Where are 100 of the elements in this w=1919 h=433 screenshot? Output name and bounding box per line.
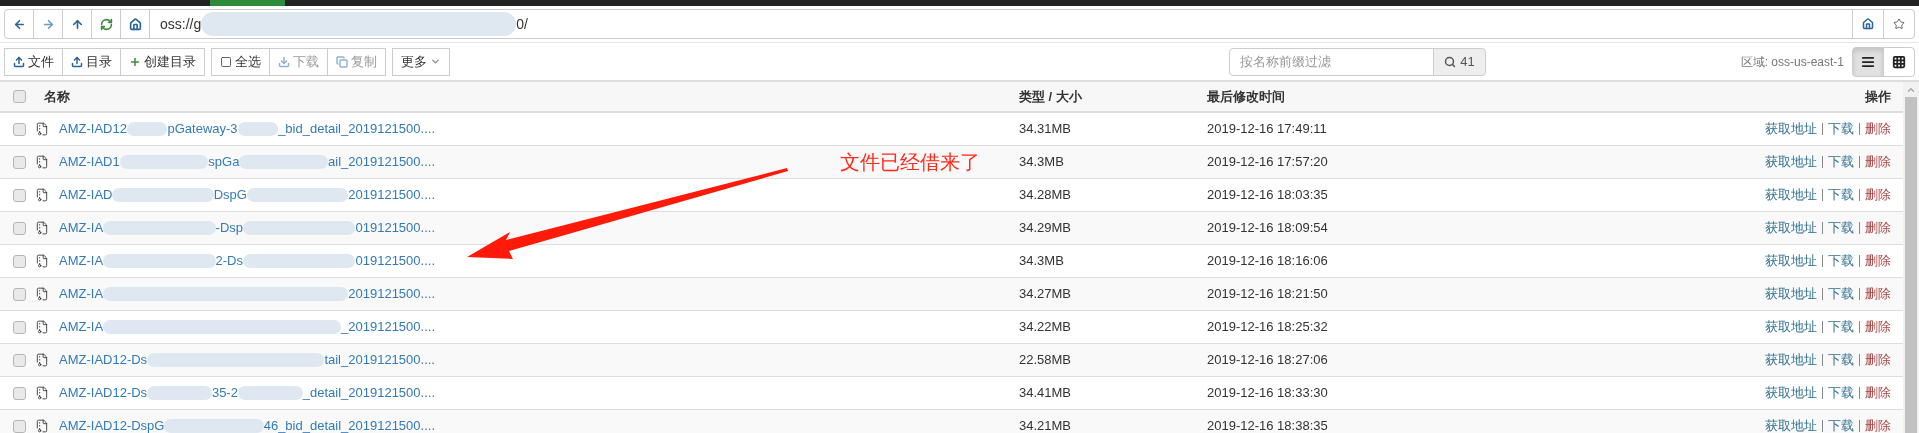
up-arrow-button[interactable]: [62, 9, 92, 39]
home-icon: [128, 17, 142, 31]
action-link[interactable]: 获取地址: [1765, 317, 1817, 337]
file-name-link[interactable]: AMZ-IA -Dsp 019121500....: [59, 219, 435, 237]
toolbar-button[interactable]: 全选: [211, 47, 270, 76]
blurred-patch: [147, 386, 212, 400]
file-size: 34.31MB: [1019, 120, 1073, 139]
action-link[interactable]: 删除: [1865, 317, 1891, 337]
star-icon: [1893, 18, 1905, 30]
checkbox[interactable]: [13, 122, 26, 136]
file-icon: [35, 122, 49, 136]
address-field[interactable]: oss://g 0/: [149, 9, 1853, 39]
checkbox[interactable]: [13, 353, 26, 367]
file-name-link[interactable]: AMZ-IAD12-Ds tail_2019121500....: [59, 351, 435, 369]
home-button[interactable]: [120, 9, 150, 39]
star-button[interactable]: [1883, 9, 1915, 39]
checkbox[interactable]: [13, 287, 26, 301]
action-link[interactable]: 删除: [1865, 119, 1891, 139]
action-link[interactable]: 获取地址: [1765, 218, 1817, 238]
checkbox[interactable]: [13, 188, 26, 202]
action-link[interactable]: 下载: [1828, 185, 1854, 205]
checkbox[interactable]: [13, 320, 26, 334]
file-name-link[interactable]: AMZ-IAD12-DspG 46_bid_detail_2019121500....: [59, 417, 435, 433]
file-icon: [35, 386, 49, 400]
file-icon: [35, 254, 49, 268]
action-link[interactable]: 删除: [1865, 383, 1891, 403]
back-button[interactable]: [4, 9, 34, 39]
action-link[interactable]: 下载: [1828, 350, 1854, 370]
search-button[interactable]: 41: [1433, 47, 1486, 76]
action-link[interactable]: 删除: [1865, 350, 1891, 370]
action-link[interactable]: 获取地址: [1765, 383, 1817, 403]
toolbar-button[interactable]: 创建目录: [120, 47, 205, 76]
modified-time: 2019-12-16 17:49:11: [1207, 120, 1328, 139]
action-link[interactable]: 获取地址: [1765, 185, 1817, 205]
blurred-patch: [237, 122, 279, 136]
file-name-link[interactable]: AMZ-IAD12 pGateway-3 _bid_detail_2019121500....: [59, 120, 435, 138]
back-icon: [12, 17, 26, 31]
toolbar-button[interactable]: 目录: [62, 47, 121, 76]
action-link[interactable]: 下载: [1828, 152, 1854, 172]
action-link[interactable]: 获取地址: [1765, 350, 1817, 370]
file-size: 34.21MB: [1019, 417, 1073, 433]
action-link[interactable]: 下载: [1828, 119, 1854, 139]
checkbox[interactable]: [13, 221, 26, 235]
file-name-link[interactable]: AMZ-IA 2-Ds 019121500....: [59, 252, 435, 270]
file-size: 34.3MB: [1019, 153, 1065, 172]
file-icon: [35, 419, 49, 433]
checkbox[interactable]: [13, 419, 26, 433]
action-link[interactable]: 获取地址: [1765, 251, 1817, 271]
action-link[interactable]: 下载: [1828, 416, 1854, 433]
scroll-up-icon: [1906, 85, 1916, 95]
file-name-link[interactable]: AMZ-IAD1 spGa ail_2019121500....: [59, 153, 435, 171]
file-icon: [35, 353, 49, 367]
file-name-link[interactable]: AMZ-IAD12-Ds 35-2 _detail_2019121500....: [59, 384, 435, 402]
checkbox[interactable]: [13, 90, 26, 103]
checkbox[interactable]: [13, 254, 26, 268]
checkbox[interactable]: [13, 155, 26, 169]
file-size: 34.27MB: [1019, 285, 1073, 304]
action-link[interactable]: 删除: [1865, 185, 1891, 205]
forward-button[interactable]: [33, 9, 63, 39]
action-link[interactable]: 下载: [1828, 284, 1854, 304]
filter-field[interactable]: 按名称前缀过滤: [1229, 47, 1435, 76]
action-link[interactable]: 删除: [1865, 416, 1891, 433]
action-link[interactable]: 获取地址: [1765, 119, 1817, 139]
action-link[interactable]: 删除: [1865, 152, 1891, 172]
action-link[interactable]: 下载: [1828, 383, 1854, 403]
file-size: 34.41MB: [1019, 384, 1073, 403]
checkbox-icon: [220, 55, 232, 68]
list-icon: [1861, 54, 1875, 69]
action-link[interactable]: 下载: [1828, 218, 1854, 238]
region-label: 区域: oss-us-east-1: [1740, 53, 1844, 71]
upload-icon: [13, 55, 25, 68]
action-link[interactable]: 下载: [1828, 251, 1854, 271]
action-link[interactable]: 下载: [1828, 317, 1854, 337]
refresh-button[interactable]: [91, 9, 121, 39]
up-arrow-icon: [70, 17, 84, 31]
action-link[interactable]: 删除: [1865, 218, 1891, 238]
action-link[interactable]: 获取地址: [1765, 416, 1817, 433]
action-link[interactable]: 删除: [1865, 251, 1891, 271]
checkbox[interactable]: [13, 386, 26, 400]
action-link[interactable]: 获取地址: [1765, 152, 1817, 172]
column-header: 名称: [44, 87, 71, 106]
search-icon: [1444, 55, 1457, 68]
file-name-link[interactable]: AMZ-IA _2019121500....: [59, 318, 435, 336]
annotation-text: 文件已经借来了: [840, 149, 980, 176]
action-link[interactable]: 获取地址: [1765, 284, 1817, 304]
scrollbar[interactable]: [1903, 82, 1919, 433]
toolbar-button[interactable]: 更多: [392, 47, 450, 76]
file-size: 22.58MB: [1019, 351, 1073, 370]
file-name-link[interactable]: AMZ-IA 2019121500....: [59, 285, 435, 303]
column-header: 操作: [1864, 87, 1892, 106]
download-icon: [278, 55, 290, 68]
grid-view-button[interactable]: [1883, 46, 1915, 77]
list-view-button[interactable]: [1852, 46, 1884, 77]
file-name-link[interactable]: AMZ-IAD DspG 2019121500....: [59, 186, 435, 204]
file-size: 34.29MB: [1019, 219, 1073, 238]
action-link[interactable]: 删除: [1865, 284, 1891, 304]
blurred-patch: [126, 122, 168, 136]
home-button[interactable]: [1852, 9, 1884, 39]
column-header: 类型 / 大小: [1019, 87, 1083, 106]
toolbar-button[interactable]: 文件: [4, 47, 63, 76]
